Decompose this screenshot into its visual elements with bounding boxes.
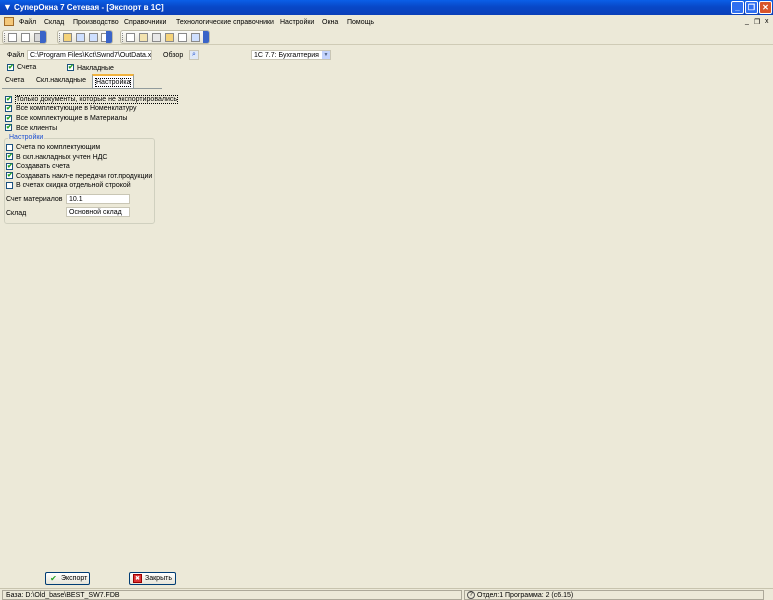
checkbox-all-to-nomenclature[interactable]: ✔ bbox=[5, 105, 12, 112]
window-title: СуперОкна 7 Сетевая - [Экспорт в 1С] bbox=[14, 3, 164, 12]
close-button[interactable]: ✖ Закрыть bbox=[129, 572, 176, 585]
menu-warehouse[interactable]: Склад bbox=[44, 19, 64, 26]
checkbox-only-new-docs[interactable]: ✔ bbox=[5, 96, 12, 103]
checkbox-vat-included[interactable]: ✔ bbox=[6, 153, 13, 160]
menu-bar: Файл Склад Производство Справочники Техн… bbox=[0, 15, 773, 29]
export-button-label: Экспорт bbox=[61, 575, 88, 582]
tools-icon[interactable] bbox=[165, 33, 174, 42]
status-info: ? Отдел:1 Программа: 2 (с6.15) bbox=[464, 590, 764, 600]
checkbox-vat-included-label: В скл.накладных учтен НДС bbox=[16, 154, 108, 161]
menu-file[interactable]: Файл bbox=[19, 19, 36, 26]
tab-invoices[interactable]: Счета bbox=[2, 74, 27, 88]
checkbox-create-invoices[interactable]: ✔ bbox=[6, 163, 13, 170]
checkbox-create-invoices-label: Создавать счета bbox=[16, 163, 70, 170]
tab-warehouse-waybills[interactable]: Скл.накладные bbox=[33, 74, 89, 88]
tab-divider bbox=[2, 88, 162, 89]
export-button[interactable]: ✔ Экспорт bbox=[45, 572, 90, 585]
toolbar-overflow-button[interactable] bbox=[203, 31, 209, 43]
format-select-value: 1С 7.7: Бухгалтерия bbox=[254, 52, 319, 59]
checkbox-waybills[interactable]: ✔ bbox=[67, 64, 74, 71]
app-icon[interactable]: ▼ bbox=[3, 2, 12, 12]
status-database-path: База: D:\Old_base\BEST_SW7.FDB bbox=[2, 590, 462, 600]
new-doc-icon[interactable] bbox=[8, 33, 17, 42]
toolbar bbox=[0, 29, 773, 45]
format-select[interactable]: 1С 7.7: Бухгалтерия ▼ bbox=[251, 50, 331, 60]
tab-settings-label: Настройка bbox=[94, 78, 132, 87]
help-icon: ? bbox=[467, 591, 475, 599]
materials-account-input[interactable]: 10.1 bbox=[66, 194, 130, 204]
mdi-restore-button[interactable]: ❐ bbox=[754, 18, 760, 26]
toolbar-group-2 bbox=[57, 30, 113, 44]
checkbox-all-clients-label: Все клиенты bbox=[16, 125, 58, 132]
settings-group-title: Настройки bbox=[8, 134, 45, 141]
calculator-icon[interactable] bbox=[178, 33, 187, 42]
file-label: Файл bbox=[7, 52, 25, 59]
toolbar-overflow-button[interactable] bbox=[106, 31, 112, 43]
warehouse-input[interactable]: Основной склад bbox=[66, 207, 130, 217]
checkbox-discount-separate-line-label: В счетах скидка отдельной строкой bbox=[16, 182, 131, 189]
materials-account-label: Счет материалов bbox=[6, 196, 63, 203]
checkbox-all-to-materials[interactable]: ✔ bbox=[5, 115, 12, 122]
checkbox-all-to-materials-label: Все комплектующие в Материалы bbox=[16, 115, 128, 122]
close-icon: ✖ bbox=[133, 574, 142, 583]
status-info-text: Отдел:1 Программа: 2 (с6.15) bbox=[477, 592, 574, 599]
checkbox-waybills-label: Накладные bbox=[77, 65, 114, 72]
mdi-doc-icon[interactable] bbox=[4, 17, 14, 26]
toolbar-overflow-button[interactable] bbox=[40, 31, 46, 43]
pin-icon[interactable] bbox=[152, 33, 161, 42]
checkbox-create-transfer-waybills[interactable]: ✔ bbox=[6, 172, 13, 179]
mdi-minimize-button[interactable]: _ bbox=[745, 18, 749, 25]
menu-tech-references[interactable]: Технологические справочники bbox=[176, 19, 274, 26]
checkmark-icon: ✔ bbox=[50, 574, 57, 583]
maximize-button[interactable]: ❐ bbox=[745, 1, 758, 14]
chevron-down-icon[interactable]: ▼ bbox=[322, 51, 330, 59]
grid-icon[interactable] bbox=[191, 33, 200, 42]
open-doc-icon[interactable] bbox=[21, 33, 30, 42]
file-path-input[interactable]: C:\Program Files\Kct\Swnd7\OutData.xm bbox=[27, 50, 152, 60]
checkbox-invoices-by-components-label: Счета по комплектующим bbox=[16, 144, 101, 151]
checkbox-invoices[interactable]: ✔ bbox=[7, 64, 14, 71]
warehouse-label: Склад bbox=[6, 210, 27, 217]
close-button-label: Закрыть bbox=[145, 575, 172, 582]
menu-settings[interactable]: Настройки bbox=[280, 19, 314, 26]
toolbar-group-1 bbox=[2, 30, 47, 44]
folder-icon[interactable] bbox=[139, 33, 148, 42]
stack-icon[interactable] bbox=[63, 33, 72, 42]
close-window-button[interactable]: ✕ bbox=[759, 1, 772, 14]
list-icon[interactable] bbox=[89, 33, 98, 42]
menu-windows[interactable]: Окна bbox=[322, 19, 338, 26]
browse-label: Обзор bbox=[163, 52, 184, 59]
minimize-button[interactable]: _ bbox=[731, 1, 744, 14]
browse-icon[interactable]: ⌕ bbox=[189, 50, 199, 60]
checkbox-discount-separate-line[interactable] bbox=[6, 182, 13, 189]
toolbar-group-3 bbox=[120, 30, 210, 44]
checkbox-all-to-nomenclature-label: Все комплектующие в Номенклатуру bbox=[16, 105, 137, 112]
checkbox-invoices-label: Счета bbox=[17, 64, 37, 71]
window-icon[interactable] bbox=[76, 33, 85, 42]
status-bar: База: D:\Old_base\BEST_SW7.FDB ? Отдел:1… bbox=[0, 588, 773, 600]
mdi-close-button[interactable]: x bbox=[765, 18, 769, 25]
checkbox-all-clients[interactable]: ✔ bbox=[5, 124, 12, 131]
checkbox-only-new-docs-label: Только документы, которые не экспортиров… bbox=[15, 95, 178, 104]
document-icon[interactable] bbox=[126, 33, 135, 42]
checkbox-invoices-by-components[interactable] bbox=[6, 144, 13, 151]
checkbox-create-transfer-waybills-label: Создавать накл-е передачи гот.продукции bbox=[16, 173, 153, 180]
tab-settings[interactable]: Настройка bbox=[92, 74, 135, 89]
menu-help[interactable]: Помощь bbox=[347, 19, 374, 26]
menu-references[interactable]: Справочники bbox=[124, 19, 166, 26]
title-bar: ▼ СуперОкна 7 Сетевая - [Экспорт в 1С] _… bbox=[0, 0, 773, 15]
menu-production[interactable]: Производство bbox=[73, 19, 119, 26]
